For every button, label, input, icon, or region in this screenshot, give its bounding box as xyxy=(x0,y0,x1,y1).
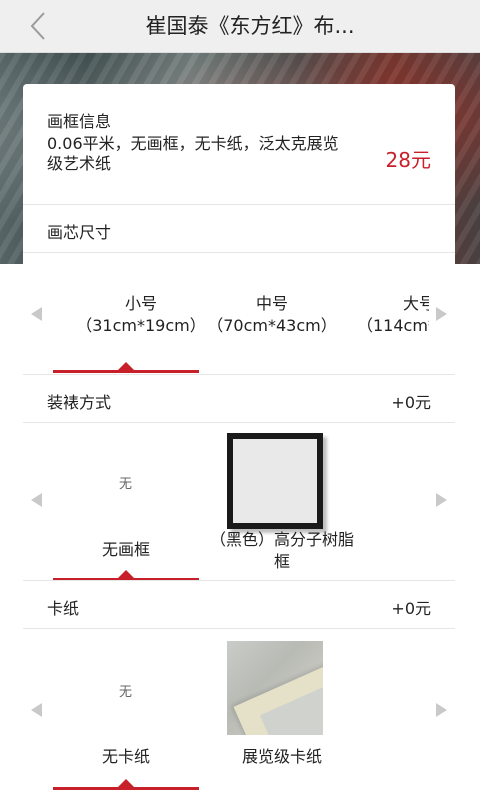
size-option-dims: （70cm*43cm） xyxy=(207,316,337,335)
mat-option-none[interactable]: 无 无卡纸 xyxy=(53,629,199,789)
size-option-medium[interactable]: 中号 （70cm*43cm） xyxy=(201,293,343,337)
black-frame-thumbnail xyxy=(227,433,323,529)
size-option-dims: （114cm* xyxy=(357,316,429,335)
no-frame-thumb-text: 无 xyxy=(119,477,133,492)
frame-info-description: 0.06平米，无画框，无卡纸，泛太克展览级艺术纸 xyxy=(47,134,339,173)
size-selector: 小号 （31cm*19cm） 中号 （70cm*43cm） 大号 （114cm* xyxy=(23,252,455,375)
mat-option-exhibition[interactable]: 展览级卡纸 xyxy=(209,629,355,789)
mount-option-name: 无画框 xyxy=(101,540,150,559)
mat-next-arrow[interactable] xyxy=(436,703,447,717)
chevron-left-icon xyxy=(30,12,45,40)
mount-label-row: 装裱方式 +0元 xyxy=(23,374,455,423)
exhibition-mat-thumbnail xyxy=(227,641,323,735)
nav-bar: 崔国泰《东方红》布... xyxy=(0,0,480,53)
mat-selector: 无 无卡纸 展览级卡纸 xyxy=(23,628,455,800)
mat-prev-arrow[interactable] xyxy=(31,703,42,717)
selection-indicator xyxy=(53,362,199,373)
mat-option-name: 无卡纸 xyxy=(101,747,150,766)
mount-option-none[interactable]: 无 无画框 xyxy=(53,423,199,573)
mount-option-name: （黑色）高分子树脂框 xyxy=(209,530,354,571)
size-next-arrow[interactable] xyxy=(436,307,447,321)
mount-section-label: 装裱方式 xyxy=(47,393,112,412)
page-title: 崔国泰《东方红》布... xyxy=(145,14,355,38)
mat-section-label: 卡纸 xyxy=(47,599,80,618)
mount-prev-arrow[interactable] xyxy=(31,493,42,507)
size-prev-arrow[interactable] xyxy=(31,307,42,321)
mat-section-price: +0元 xyxy=(391,599,431,618)
size-option-large[interactable]: 大号 （114cm* xyxy=(357,293,429,337)
mat-label-row: 卡纸 +0元 xyxy=(23,580,455,629)
mount-selector: 无 无画框 （黑色）高分子树脂框 xyxy=(23,422,455,581)
frame-info-section: 画框信息 0.06平米，无画框，无卡纸，泛太克展览级艺术纸 28元 xyxy=(23,84,455,204)
back-button[interactable] xyxy=(18,6,58,46)
size-option-name: 中号 xyxy=(255,294,288,313)
selection-indicator xyxy=(53,779,199,790)
mat-option-name: 展览级卡纸 xyxy=(241,747,322,766)
frame-info-label: 画框信息 xyxy=(47,112,112,131)
size-label-row: 画芯尺寸 xyxy=(23,204,455,253)
size-option-name: 大号 xyxy=(403,294,429,313)
mount-option-black-frame[interactable]: （黑色）高分子树脂框 xyxy=(209,423,355,573)
frame-info-price: 28元 xyxy=(385,148,431,172)
options-card: 画框信息 0.06平米，无画框，无卡纸，泛太克展览级艺术纸 28元 画芯尺寸 小… xyxy=(23,84,455,800)
no-mat-thumb-text: 无 xyxy=(119,685,133,700)
mount-section-price: +0元 xyxy=(391,393,431,412)
size-section-label: 画芯尺寸 xyxy=(47,223,112,242)
mount-next-arrow[interactable] xyxy=(436,493,447,507)
